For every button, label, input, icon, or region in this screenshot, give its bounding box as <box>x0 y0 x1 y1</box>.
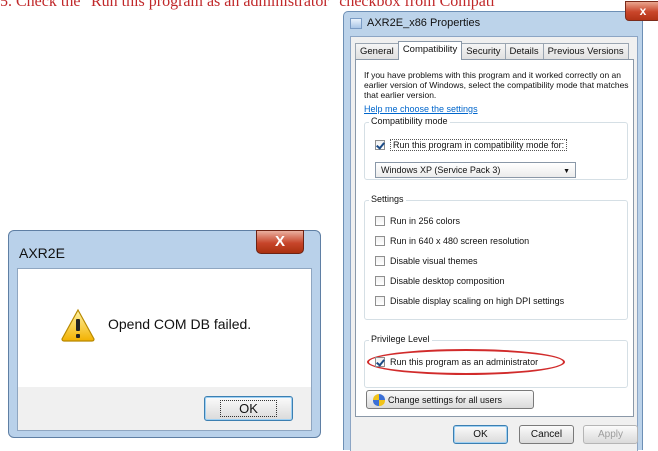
error-message-box: AXR2E X Opend COM DB failed. OK <box>8 230 321 438</box>
message-ok-button[interactable]: OK <box>204 396 293 421</box>
change-settings-all-users-button[interactable]: Change settings for all users <box>366 390 534 409</box>
tab-strip: General Compatibility Security Details P… <box>355 41 629 60</box>
tab-details[interactable]: Details <box>504 43 544 60</box>
compat-mode-checkbox[interactable] <box>375 140 385 150</box>
setting-label: Run in 640 x 480 screen resolution <box>390 236 530 246</box>
checkbox[interactable] <box>375 296 385 306</box>
properties-dialog: AXR2E_x86 Properties x General Compatibi… <box>343 1 658 451</box>
apply-button[interactable]: Apply <box>583 425 638 444</box>
setting-label: Disable visual themes <box>390 256 478 266</box>
checkbox[interactable] <box>375 236 385 246</box>
setting-disable-composition[interactable]: Disable desktop composition <box>375 276 505 286</box>
shield-icon <box>373 393 385 406</box>
run-as-admin-option[interactable]: Run this program as an administrator <box>375 357 538 367</box>
setting-label: Disable display scaling on high DPI sett… <box>390 296 565 306</box>
help-link[interactable]: Help me choose the settings <box>364 104 478 114</box>
os-select[interactable]: Windows XP (Service Pack 3) ▼ <box>375 162 576 178</box>
message-box-title: AXR2E <box>19 245 65 261</box>
setting-label: Disable desktop composition <box>390 276 505 286</box>
close-button[interactable]: x <box>625 1 658 21</box>
tab-compatibility[interactable]: Compatibility <box>397 41 463 60</box>
setting-640x480[interactable]: Run in 640 x 480 screen resolution <box>375 236 529 246</box>
setting-256-colors[interactable]: Run in 256 colors <box>375 216 460 226</box>
ok-button[interactable]: OK <box>453 425 508 444</box>
cancel-button[interactable]: Cancel <box>519 425 574 444</box>
tab-previous-versions[interactable]: Previous Versions <box>542 43 629 60</box>
message-content-area: Opend COM DB failed. <box>18 269 311 387</box>
checkbox[interactable] <box>375 276 385 286</box>
compat-mode-label: Run this program in compatibility mode f… <box>390 139 568 151</box>
setting-disable-themes[interactable]: Disable visual themes <box>375 256 478 266</box>
privilege-level-group: Privilege Level Run this program as an a… <box>364 334 628 388</box>
setting-label: Run in 256 colors <box>390 216 461 226</box>
message-ok-label: OK <box>220 400 277 417</box>
tab-security[interactable]: Security <box>461 43 506 60</box>
app-icon <box>350 17 362 29</box>
privilege-level-title: Privilege Level <box>369 334 432 344</box>
os-select-value: Windows XP (Service Pack 3) <box>381 165 501 175</box>
compatibility-panel: If you have problems with this program a… <box>355 59 634 417</box>
properties-title-bar: AXR2E_x86 Properties <box>350 14 480 32</box>
run-as-admin-label: Run this program as an administrator <box>390 357 539 367</box>
message-close-button[interactable]: X <box>256 230 304 254</box>
intro-text: If you have problems with this program a… <box>364 70 629 100</box>
tab-general[interactable]: General <box>355 43 399 60</box>
warning-icon <box>61 308 95 342</box>
compatibility-mode-title: Compatibility mode <box>369 116 450 126</box>
settings-title: Settings <box>369 194 406 204</box>
compatibility-mode-group: Compatibility mode Run this program in c… <box>364 116 628 180</box>
error-message: Opend COM DB failed. <box>108 316 252 332</box>
properties-title: AXR2E_x86 Properties <box>367 17 481 29</box>
change-settings-label: Change settings for all users <box>388 394 503 405</box>
setting-disable-dpi-scaling[interactable]: Disable display scaling on high DPI sett… <box>375 296 564 306</box>
properties-body: General Compatibility Security Details P… <box>350 36 638 451</box>
chevron-down-icon: ▼ <box>563 168 570 175</box>
checkbox[interactable] <box>375 216 385 226</box>
message-body: Opend COM DB failed. OK <box>17 268 312 431</box>
run-as-admin-checkbox[interactable] <box>375 357 385 367</box>
compat-mode-option[interactable]: Run this program in compatibility mode f… <box>375 139 568 151</box>
checkbox[interactable] <box>375 256 385 266</box>
settings-group: Settings Run in 256 colors Run in 640 x … <box>364 194 628 320</box>
